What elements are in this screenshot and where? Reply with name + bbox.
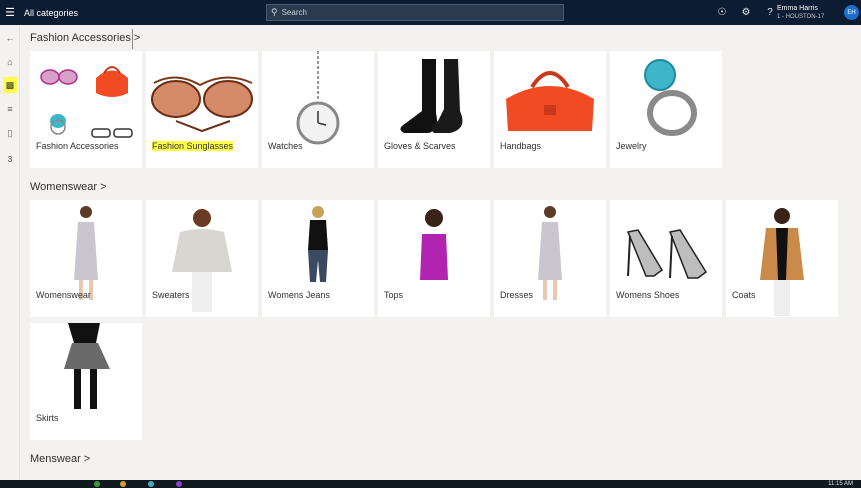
tile-coats[interactable]: Coats	[726, 200, 838, 317]
tile-skirts[interactable]: Skirts	[30, 323, 142, 440]
tile-label: Fashion Accessories	[36, 141, 119, 151]
search-box[interactable]: ⚲	[266, 4, 564, 21]
os-taskbar: 11:15 AM	[0, 480, 861, 488]
section-title-menswear[interactable]: Menswear >	[30, 453, 90, 465]
tile-label: Fashion Sunglasses	[152, 141, 234, 151]
back-arrow-icon[interactable]: ←	[0, 30, 20, 46]
tile-label: Womens Shoes	[616, 290, 680, 300]
list-icon[interactable]: ≡	[0, 101, 20, 117]
topbar-actions: ☉ ⚙ ?	[710, 0, 782, 25]
tile-label: Sweaters	[152, 290, 190, 300]
app-icon[interactable]	[148, 481, 154, 487]
home-icon[interactable]: ⌂	[0, 54, 20, 70]
left-nav: ← ⌂ ▩ ≡ ▯ 3	[0, 25, 20, 480]
tile-womens-shoes[interactable]: Womens Shoes	[610, 200, 722, 317]
section-title-womenswear[interactable]: Womenswear >	[30, 181, 107, 193]
gear-icon[interactable]: ⚙	[734, 7, 758, 18]
user-info[interactable]: Emma Harris 1 - HOUSTON-17	[777, 4, 824, 22]
tile-label: Jewelry	[616, 141, 647, 151]
tile-label: Gloves & Scarves	[384, 141, 456, 151]
tile-label: Watches	[268, 141, 303, 151]
tile-watches[interactable]: Watches	[262, 51, 374, 168]
cart-count-value: 3	[7, 154, 13, 164]
cart-count[interactable]: 3	[0, 151, 20, 167]
tile-tops[interactable]: Tops	[378, 200, 490, 317]
tile-label: Coats	[732, 290, 756, 300]
title-divider	[132, 29, 133, 49]
section-title-fashion-accessories[interactable]: Fashion Accessories >	[30, 32, 140, 44]
folder-icon[interactable]	[120, 481, 126, 487]
avatar[interactable]: EH	[844, 5, 859, 20]
products-icon[interactable]: ▩	[3, 77, 17, 93]
search-icon: ⚲	[271, 7, 278, 17]
category-content: Fashion Accessories > Fashion Accessorie…	[20, 25, 861, 480]
taskbar-clock: 11:15 AM	[828, 481, 853, 487]
tile-gloves-scarves[interactable]: Gloves & Scarves	[378, 51, 490, 168]
hamburger-menu-icon[interactable]: ☰	[0, 0, 20, 25]
tile-label: Dresses	[500, 290, 534, 300]
tile-label: Womenswear	[36, 290, 91, 300]
tile-womenswear[interactable]: Womenswear	[30, 200, 142, 317]
user-name: Emma Harris	[777, 5, 818, 12]
globe-icon[interactable]: ☉	[710, 7, 734, 18]
tile-label: Skirts	[36, 413, 59, 423]
search-input[interactable]	[281, 8, 542, 17]
page-title: All categories	[24, 7, 79, 18]
app-icon[interactable]	[176, 481, 182, 487]
clipboard-icon[interactable]: ▯	[0, 125, 20, 141]
tile-fashion-sunglasses[interactable]: Fashion Sunglasses	[146, 51, 258, 168]
tile-fashion-accessories[interactable]: Fashion Accessories	[30, 51, 142, 168]
tile-womens-jeans[interactable]: Womens Jeans	[262, 200, 374, 317]
tile-sweaters[interactable]: Sweaters	[146, 200, 258, 317]
tile-dresses[interactable]: Dresses	[494, 200, 606, 317]
tile-label: Womens Jeans	[268, 290, 330, 300]
tile-handbags[interactable]: Handbags	[494, 51, 606, 168]
tile-label: Tops	[384, 290, 404, 300]
tile-jewelry[interactable]: Jewelry	[610, 51, 722, 168]
store-name: 1 - HOUSTON-17	[777, 14, 825, 20]
tile-label: Handbags	[500, 141, 542, 151]
app-icon[interactable]	[94, 481, 100, 487]
